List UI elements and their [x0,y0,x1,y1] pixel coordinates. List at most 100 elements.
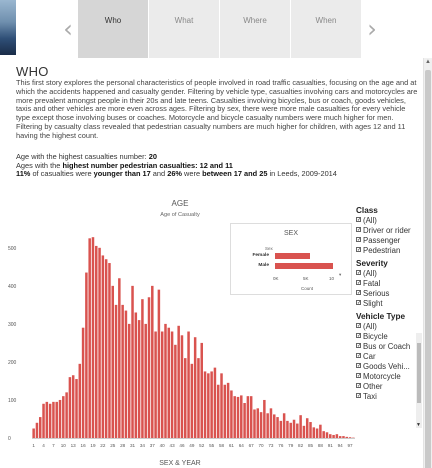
filter-severity-option[interactable]: ✓ Slight [356,299,424,309]
age-bar[interactable] [249,396,253,438]
checkbox-icon[interactable]: ✓ [356,227,361,233]
age-bar[interactable] [111,285,115,438]
age-bar[interactable] [325,432,329,438]
age-bar[interactable] [81,327,85,438]
scroll-down-icon[interactable]: ▼ [416,422,421,428]
age-bar[interactable] [160,331,164,439]
age-bar[interactable] [101,255,105,438]
age-bar[interactable] [246,396,250,438]
age-bar[interactable] [253,409,256,438]
age-bar[interactable] [141,299,144,438]
age-bar[interactable] [216,384,220,438]
age-bar[interactable] [236,396,240,438]
age-bar[interactable] [259,412,263,438]
checkbox-icon[interactable]: ✓ [356,300,361,306]
age-bar[interactable] [147,297,151,438]
age-bar[interactable] [180,335,184,438]
age-bar[interactable] [319,424,322,438]
age-bar[interactable] [276,417,279,438]
age-bar[interactable] [38,417,42,438]
tab-what[interactable]: What [149,0,220,58]
checkbox-icon[interactable]: ✓ [356,333,361,339]
filter-severity-option[interactable]: ✓ Serious [356,289,424,299]
age-bar[interactable] [193,337,197,438]
checkbox-icon[interactable]: ✓ [356,217,361,223]
age-bar[interactable] [273,414,276,438]
filter-vehicle-option[interactable]: ✓ Taxi [356,392,424,402]
age-bar[interactable] [35,422,39,438]
prev-arrow[interactable]: ‹ [58,0,78,58]
age-bar[interactable] [243,403,246,438]
checkbox-icon[interactable]: ✓ [356,393,361,399]
age-bar[interactable] [114,304,118,439]
age-bar[interactable] [305,418,309,438]
age-bar[interactable] [98,247,101,438]
tab-who[interactable]: Who [78,0,149,58]
age-bar[interactable] [91,237,95,438]
age-bar[interactable] [263,399,266,438]
age-bar[interactable] [338,436,342,438]
age-bar[interactable] [48,403,52,438]
age-bar[interactable] [240,395,243,438]
checkbox-icon[interactable]: ✓ [356,353,361,359]
next-arrow[interactable]: › [362,0,382,58]
age-bar[interactable] [210,371,213,438]
tab-when[interactable]: When [291,0,362,58]
age-bar[interactable] [157,289,161,438]
age-bar[interactable] [144,323,147,438]
filter-class-option[interactable]: ✓ Driver or rider [356,226,424,236]
age-bar[interactable] [118,278,121,438]
chevron-down-icon[interactable]: ▾ [339,272,341,278]
age-bar[interactable] [124,310,128,438]
scroll-up-icon[interactable]: ▲ [425,59,431,65]
sex-bar-female[interactable] [275,253,310,259]
age-bar[interactable] [85,272,88,438]
filter-severity-option[interactable]: ✓ (All) [356,269,424,279]
age-bar[interactable] [78,363,82,438]
age-bar[interactable] [345,436,349,438]
vehicle-list-scrollbar[interactable]: ▼ [416,333,422,428]
filter-vehicle-option[interactable]: ✓ Bicycle [356,332,424,342]
scroll-thumb[interactable] [425,70,431,468]
checkbox-icon[interactable]: ✓ [356,343,361,349]
age-bar[interactable] [220,373,223,438]
age-bar[interactable] [167,327,171,438]
age-bar[interactable] [164,323,167,438]
age-bar[interactable] [68,377,72,438]
checkbox-icon[interactable]: ✓ [356,237,361,243]
age-bar[interactable] [75,379,78,438]
age-bar[interactable] [52,401,55,438]
age-bar[interactable] [187,331,190,439]
age-bar[interactable] [131,285,134,438]
checkbox-icon[interactable]: ✓ [356,290,361,296]
age-bar[interactable] [342,436,345,438]
age-bar[interactable] [32,428,35,438]
age-bar[interactable] [302,425,306,438]
age-bar[interactable] [282,413,286,438]
age-bar[interactable] [71,375,75,438]
age-bar[interactable] [190,363,194,438]
filter-vehicle-option[interactable]: ✓ (All) [356,322,424,332]
age-bar[interactable] [108,263,111,438]
age-bar[interactable] [151,285,154,438]
age-bar[interactable] [104,259,108,438]
age-bar[interactable] [45,401,49,438]
checkbox-icon[interactable]: ✓ [356,373,361,379]
age-bar[interactable] [332,434,335,438]
age-bar[interactable] [42,403,45,438]
age-bar[interactable] [177,325,180,438]
age-bar[interactable] [233,396,236,438]
age-bar[interactable] [62,396,65,438]
age-bar[interactable] [121,304,124,439]
filter-vehicle-option[interactable]: ✓ Motorcycle [356,372,424,382]
filter-class-option[interactable]: ✓ Pedestrian [356,246,424,256]
filter-class-option[interactable]: ✓ (All) [356,216,424,226]
age-bar[interactable] [322,431,325,438]
age-bar[interactable] [174,344,177,438]
filter-vehicle-option[interactable]: ✓ Other [356,382,424,392]
age-bar[interactable] [335,434,339,438]
checkbox-icon[interactable]: ✓ [356,323,361,329]
age-bar[interactable] [65,392,68,438]
checkbox-icon[interactable]: ✓ [356,280,361,286]
age-bar[interactable] [213,367,217,438]
